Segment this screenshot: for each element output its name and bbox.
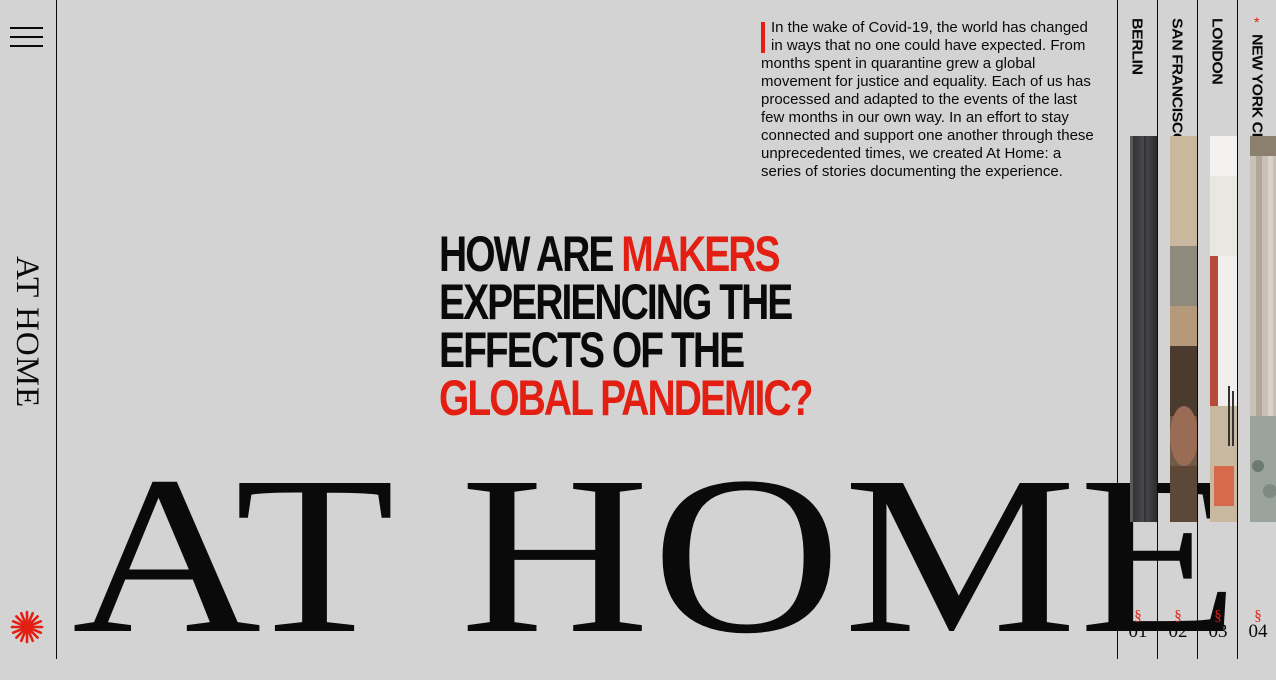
city-name: BERLIN [1128,18,1145,75]
left-sidebar: AT HOME [0,0,57,659]
asterisk-star-icon [10,610,44,644]
city-number: 01 [1128,621,1148,642]
city-number: 04 [1248,621,1268,642]
city-name: SAN FRANCISCO [1168,18,1185,145]
city-tab-san-francisco[interactable]: SAN FRANCISCO § 02 [1157,0,1198,659]
intro-paragraph: In the wake of Covid-19, the world has c… [761,19,1101,181]
active-marker: * [1254,14,1260,30]
city-name: LONDON [1208,18,1225,85]
sidebar-title: AT HOME [9,256,45,409]
hamburger-menu-icon[interactable] [10,27,43,49]
hero-title: AT HOME [72,430,1242,680]
city-photo-san-francisco [1170,136,1198,522]
city-number: 03 [1208,621,1228,642]
city-photo-new-york-city [1250,136,1276,522]
city-tab-new-york-city[interactable]: * NEW YORK CITY § 04 [1237,0,1276,659]
question-highlight-pandemic: GLOBAL PANDEMIC? [439,370,813,426]
headline-question: HOW ARE MAKERS EXPERIENCING THE EFFECTS … [439,229,813,426]
city-photo-berlin [1130,136,1158,522]
question-line3: EFFECTS OF THE [439,322,745,378]
intro-text: In the wake of Covid-19, the world has c… [761,19,1094,180]
question-line2: EXPERIENCING THE [439,274,793,330]
dropcap-marker [761,22,765,53]
city-photo-london [1210,136,1238,522]
city-tab-london[interactable]: LONDON § 03 [1197,0,1238,659]
city-number: 02 [1168,621,1188,642]
city-tab-berlin[interactable]: BERLIN § 01 [1117,0,1158,659]
